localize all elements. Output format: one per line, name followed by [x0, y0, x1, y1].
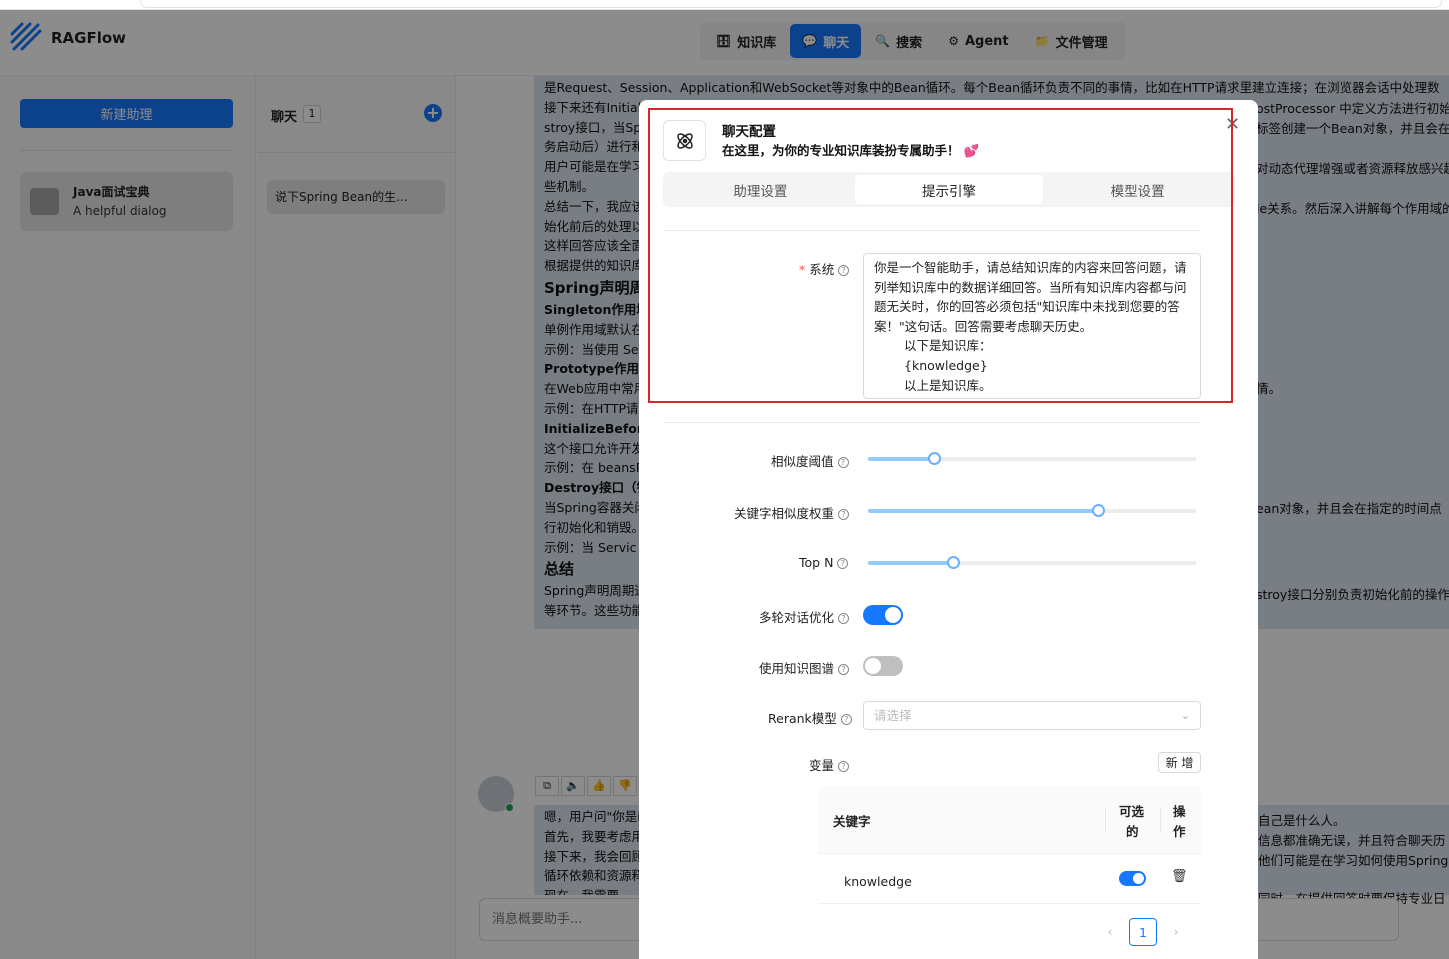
- multiturn-toggle[interactable]: [863, 605, 903, 625]
- topn-label: Top N?: [799, 555, 849, 570]
- help-icon: ?: [840, 714, 852, 725]
- column-header-keyword: 关键字: [833, 814, 871, 829]
- keyword-weight-slider[interactable]: [868, 504, 1196, 517]
- label-text: 相似度阈值: [771, 454, 834, 469]
- toggle-knob: [865, 658, 881, 674]
- toggle-knob: [885, 607, 901, 623]
- column-separator: [1105, 808, 1106, 832]
- slider-handle[interactable]: [947, 556, 961, 569]
- variable-keyword: knowledge: [844, 874, 912, 889]
- help-icon: ?: [838, 664, 850, 675]
- help-icon: ?: [837, 457, 849, 468]
- column-header-optional-2: 的: [1126, 824, 1139, 839]
- similarity-label: 相似度阈值?: [771, 451, 849, 470]
- highlight-box: [648, 108, 1233, 403]
- chevron-right-icon[interactable]: ›: [1169, 925, 1183, 939]
- knowledge-graph-toggle[interactable]: [863, 656, 903, 676]
- label-text: 关键字相似度权重: [734, 506, 835, 521]
- trash-icon[interactable]: 🗑: [1171, 869, 1188, 884]
- slider-fill: [868, 561, 954, 565]
- table-row: knowledge 🗑: [818, 854, 1201, 904]
- toggle-knob: [1133, 873, 1144, 884]
- multiturn-label: 多轮对话优化?: [759, 607, 850, 626]
- slider-handle[interactable]: [1091, 504, 1105, 517]
- add-variable-button[interactable]: 新 增: [1158, 752, 1201, 773]
- select-placeholder: 请选择: [874, 708, 912, 723]
- help-icon: ?: [838, 613, 850, 624]
- table-header: 关键字 可选 的 操 作: [818, 786, 1201, 854]
- label-text: 使用知识图谱: [759, 661, 835, 676]
- help-icon: ?: [838, 761, 850, 772]
- label-text: 多轮对话优化: [759, 610, 835, 625]
- pagination: ‹ 1 ›: [1103, 918, 1183, 946]
- variables-table: 关键字 可选 的 操 作 knowledge 🗑: [818, 786, 1201, 904]
- similarity-slider[interactable]: [868, 452, 1196, 465]
- topn-slider[interactable]: [868, 556, 1196, 569]
- column-separator: [1160, 808, 1161, 832]
- label-text: 变量: [809, 758, 835, 773]
- column-header-optional: 可选: [1119, 804, 1145, 819]
- divider: [663, 422, 1199, 423]
- slider-fill: [868, 457, 934, 461]
- column-header-action-2: 作: [1173, 824, 1186, 839]
- rerank-model-select[interactable]: 请选择 ⌄: [863, 701, 1201, 730]
- label-text: Rerank模型: [768, 711, 837, 726]
- browser-top-strip: [0, 0, 1449, 10]
- help-icon: ?: [837, 558, 849, 569]
- help-icon: ?: [838, 509, 850, 520]
- rerank-label: Rerank模型?: [768, 708, 852, 727]
- slider-handle[interactable]: [927, 452, 941, 465]
- chevron-down-icon: ⌄: [1180, 709, 1190, 722]
- slider-fill: [868, 509, 1098, 513]
- variables-label: 变量?: [809, 755, 850, 774]
- knowledge-graph-label: 使用知识图谱?: [759, 658, 850, 677]
- keyword-weight-label: 关键字相似度权重?: [734, 503, 850, 522]
- column-header-action: 操: [1173, 804, 1186, 819]
- optional-toggle[interactable]: [1119, 871, 1146, 886]
- label-text: Top N: [799, 555, 834, 570]
- chevron-left-icon[interactable]: ‹: [1103, 925, 1117, 939]
- page-number[interactable]: 1: [1129, 918, 1157, 946]
